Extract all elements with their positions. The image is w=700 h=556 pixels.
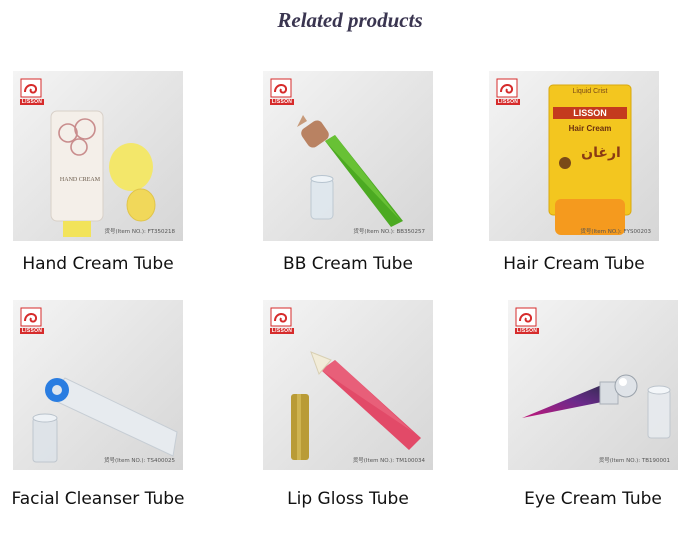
- label-hand-cream: HAND CREAM: [59, 177, 101, 183]
- product-grid: LISSON 货号(Item NO.): FT350218 Hand Cream…: [0, 0, 700, 556]
- lisson-mark-icon: [270, 307, 292, 327]
- product-image[interactable]: LISSON 货号(Item NO.): TS400025: [13, 300, 183, 470]
- logo-text: LISSON: [270, 328, 294, 334]
- lisson-mark-icon: [20, 307, 42, 327]
- label-arabic: ارغان: [581, 145, 621, 161]
- item-number: 货号(Item NO.): BB350257: [353, 229, 425, 235]
- item-number: 货号(Item NO.): FYS00203: [580, 229, 651, 235]
- logo-text: LISSON: [270, 99, 294, 105]
- label-top: Liquid Crist: [572, 88, 608, 95]
- product-image[interactable]: Liquid Crist LISSON Hair Cream ارغان LIS…: [489, 71, 659, 241]
- lisson-logo: LISSON: [515, 307, 539, 334]
- product-image[interactable]: LISSON 货号(Item NO.): BB350257: [263, 71, 433, 241]
- product-card-facial-cleanser[interactable]: LISSON 货号(Item NO.): TS400025 Facial Cle…: [11, 300, 185, 509]
- product-card-eye-cream[interactable]: LISSON 货号(Item NO.): TB190001 Eye Cream …: [508, 300, 678, 509]
- logo-text: LISSON: [515, 328, 539, 334]
- product-card-hand-cream[interactable]: LISSON 货号(Item NO.): FT350218 Hand Cream…: [13, 71, 183, 274]
- product-name[interactable]: Facial Cleanser Tube: [0, 489, 208, 509]
- lisson-mark-icon: [20, 78, 42, 98]
- lisson-mark-icon: [515, 307, 537, 327]
- item-number: 货号(Item NO.): TM100034: [352, 458, 425, 464]
- product-image[interactable]: LISSON 货号(Item NO.): FT350218: [13, 71, 183, 241]
- product-image[interactable]: LISSON 货号(Item NO.): TM100034: [263, 300, 433, 470]
- logo-text: LISSON: [496, 99, 520, 105]
- label-brand: LISSON: [573, 108, 607, 118]
- product-card-hair-cream[interactable]: Liquid Crist LISSON Hair Cream ارغان LIS…: [489, 71, 659, 274]
- lisson-mark-icon: [270, 78, 292, 98]
- item-number: 货号(Item NO.): TS400025: [104, 458, 175, 464]
- product-name[interactable]: Eye Cream Tube: [483, 489, 700, 509]
- product-image[interactable]: LISSON 货号(Item NO.): TB190001: [508, 300, 678, 470]
- lisson-logo: LISSON: [20, 78, 44, 105]
- product-name[interactable]: BB Cream Tube: [238, 254, 458, 274]
- logo-text: LISSON: [20, 99, 44, 105]
- label-line: Hair Cream: [568, 124, 612, 133]
- product-name[interactable]: Lip Gloss Tube: [238, 489, 458, 509]
- product-name[interactable]: Hand Cream Tube: [0, 254, 208, 274]
- lisson-logo: LISSON: [270, 78, 294, 105]
- logo-text: LISSON: [20, 328, 44, 334]
- product-card-lip-gloss[interactable]: LISSON 货号(Item NO.): TM100034 Lip Gloss …: [263, 300, 433, 509]
- product-card-bb-cream[interactable]: LISSON 货号(Item NO.): BB350257 BB Cream T…: [263, 71, 433, 274]
- lisson-logo: LISSON: [20, 307, 44, 334]
- lisson-mark-icon: [496, 78, 518, 98]
- item-number: 货号(Item NO.): FT350218: [104, 229, 175, 235]
- lisson-logo: LISSON: [496, 78, 520, 105]
- lisson-logo: LISSON: [270, 307, 294, 334]
- item-number: 货号(Item NO.): TB190001: [598, 458, 670, 464]
- product-name[interactable]: Hair Cream Tube: [464, 254, 684, 274]
